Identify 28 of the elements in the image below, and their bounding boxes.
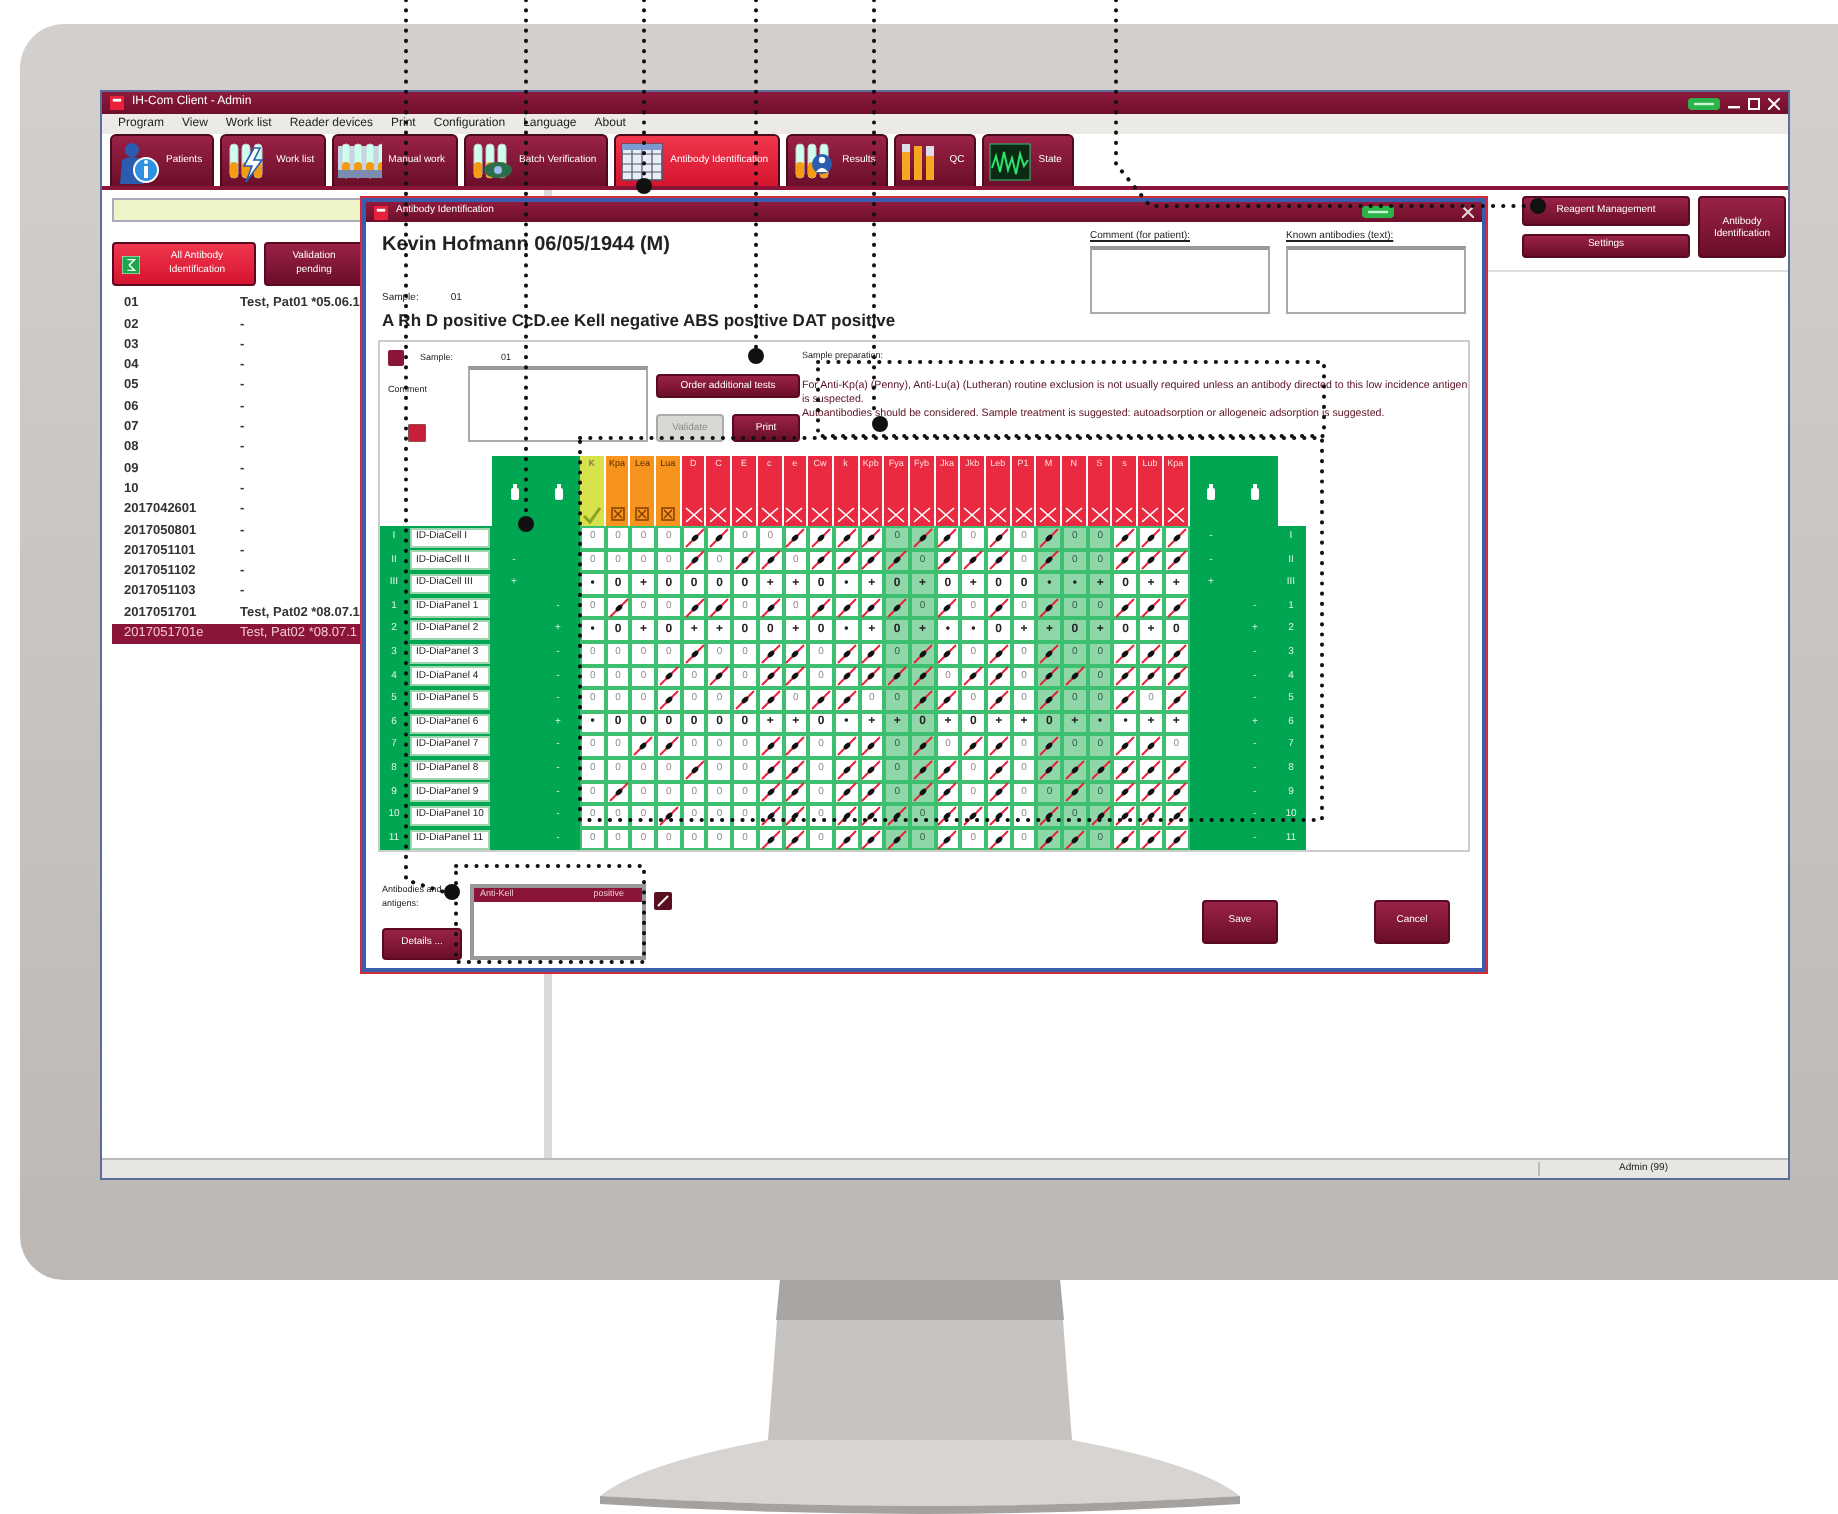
sum-icon xyxy=(122,255,140,273)
close-icon[interactable] xyxy=(1462,206,1474,218)
status-badge-icon xyxy=(1362,206,1394,218)
boxed-cross-icon xyxy=(657,506,678,525)
waveform-monitor-icon xyxy=(988,139,1033,183)
comment-field[interactable] xyxy=(1090,245,1270,313)
boxed-cross-icon xyxy=(632,506,653,525)
app-icon xyxy=(110,96,124,110)
maximize-icon[interactable] xyxy=(1748,97,1760,109)
status-badge-icon xyxy=(1688,97,1720,109)
tube-rack-icon xyxy=(338,139,383,183)
person-info-icon xyxy=(116,139,160,183)
tubes-person-icon xyxy=(792,139,837,183)
grid-table-icon xyxy=(620,139,665,183)
tube-icon xyxy=(1250,483,1260,500)
tube-icon xyxy=(1206,483,1216,500)
app-icon xyxy=(374,205,388,219)
tube-icon xyxy=(553,483,563,500)
boxed-cross-icon xyxy=(607,506,628,525)
edit-icon[interactable] xyxy=(408,424,426,443)
comment-field[interactable] xyxy=(468,366,648,443)
back-icon[interactable] xyxy=(388,350,404,367)
known-antibodies-field[interactable] xyxy=(1286,245,1466,313)
blood-group-text: A Rh D positive CcD.ee Kell negative ABS positive DAT positive xyxy=(382,307,898,333)
tube-icon xyxy=(509,483,519,500)
check-icon xyxy=(581,506,602,525)
tubes-eye-icon xyxy=(469,139,514,183)
patient-heading: Kevin Hofmann 06/05/1944 (M) xyxy=(382,232,672,260)
